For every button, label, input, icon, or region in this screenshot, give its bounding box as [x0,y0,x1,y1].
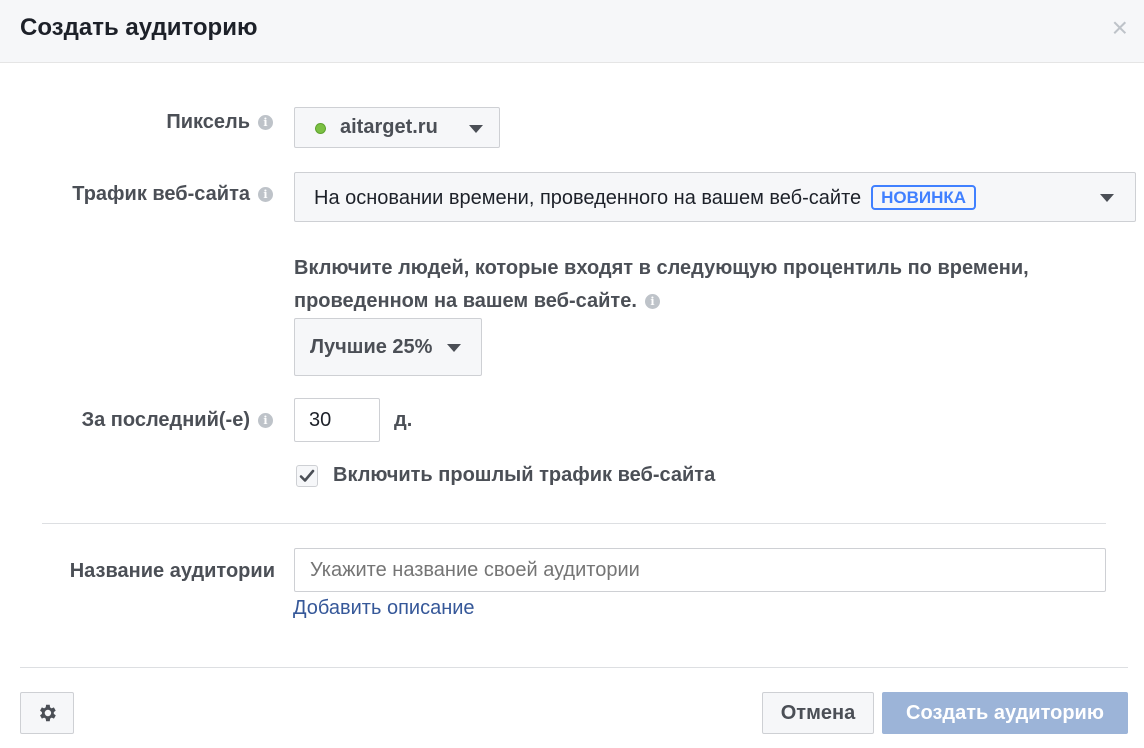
traffic-selected-value: На основании времени, проведенного на ва… [314,187,862,209]
info-icon[interactable]: i [644,294,660,309]
percentile-description-block: Включите людей, которые входят в следующ… [294,252,1114,318]
pixel-label-row: Пиксель i [166,111,273,134]
traffic-label-row: Трафик веб-сайта i [72,183,273,206]
cancel-button[interactable]: Отмена [762,692,874,734]
settings-button[interactable] [20,692,74,734]
traffic-label: Трафик веб-сайта [72,183,250,205]
gear-icon [40,704,56,722]
dialog-title: Создать аудиторию [20,14,258,41]
info-icon[interactable]: i [258,187,273,202]
footer-divider [20,667,1128,668]
info-icon[interactable]: i [258,115,273,130]
create-audience-dialog: Создать аудиторию × Пиксель i aitarget.ru… [0,0,1144,748]
pixel-label: Пиксель [166,111,250,133]
dialog-header: Создать аудиторию × [0,0,1144,63]
percentile-dropdown[interactable]: Лучшие 25% [294,318,482,376]
caret-down-icon [447,344,461,352]
days-input[interactable] [294,398,380,442]
traffic-selected-row: На основании времени, проведенного на ва… [314,185,977,210]
pixel-status-dot [315,123,326,134]
days-unit: д. [394,409,413,431]
section-divider [42,523,1106,524]
pixel-dropdown[interactable]: aitarget.ru [294,107,500,148]
new-badge: НОВИНКА [871,185,977,210]
add-description-link[interactable]: Добавить описание [293,597,475,620]
caret-down-icon [469,125,483,133]
audience-name-label: Название аудитории [69,560,275,582]
pixel-selected-value: aitarget.ru [340,116,438,138]
caret-down-icon [1100,194,1114,202]
create-audience-button[interactable]: Создать аудиторию [882,692,1128,734]
past-traffic-label[interactable]: Включить прошлый трафик веб-сайта [333,464,715,487]
info-icon[interactable]: i [258,413,273,428]
period-label-row: За последний(-е) i [82,409,273,432]
percentile-description: Включите людей, которые входят в следующ… [294,257,1029,312]
traffic-dropdown[interactable]: На основании времени, проведенного на ва… [294,172,1136,222]
audience-name-input[interactable] [294,548,1106,592]
past-traffic-checkbox[interactable] [296,465,318,487]
period-label: За последний(-е) [81,409,250,431]
percentile-selected-value: Лучшие 25% [310,336,433,358]
checkmark-icon [299,469,315,482]
close-icon[interactable]: × [1112,14,1128,42]
